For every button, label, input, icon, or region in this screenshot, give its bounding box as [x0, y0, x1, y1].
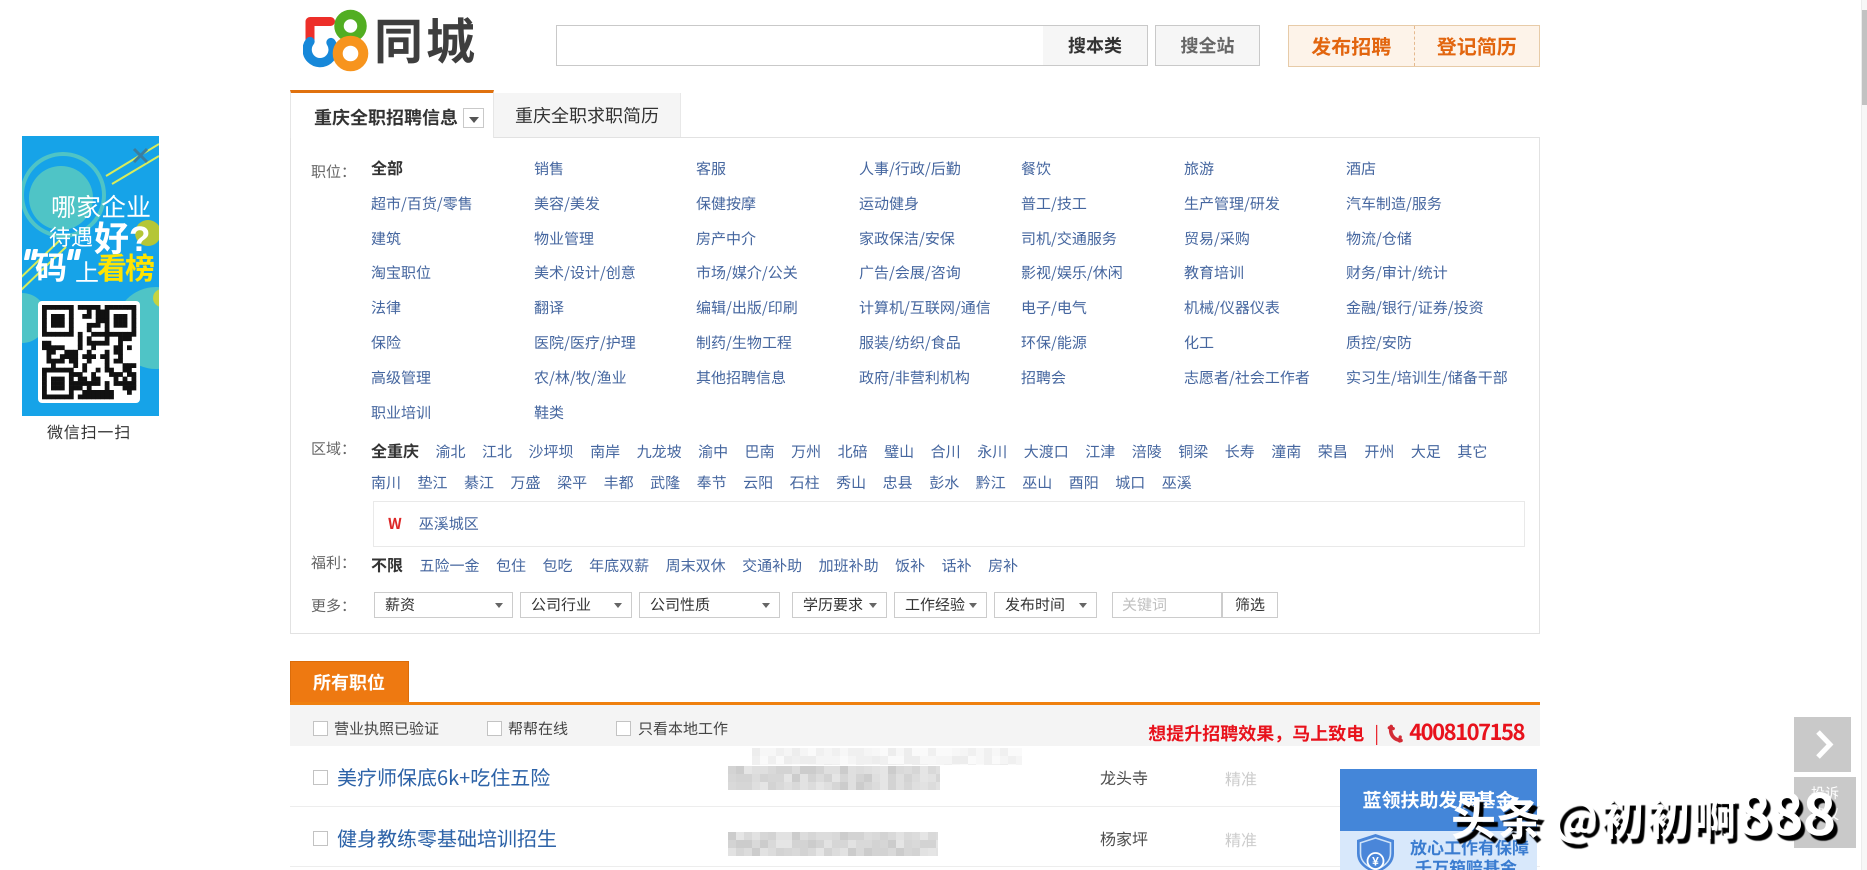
svg-text:¥: ¥ [1372, 853, 1379, 870]
